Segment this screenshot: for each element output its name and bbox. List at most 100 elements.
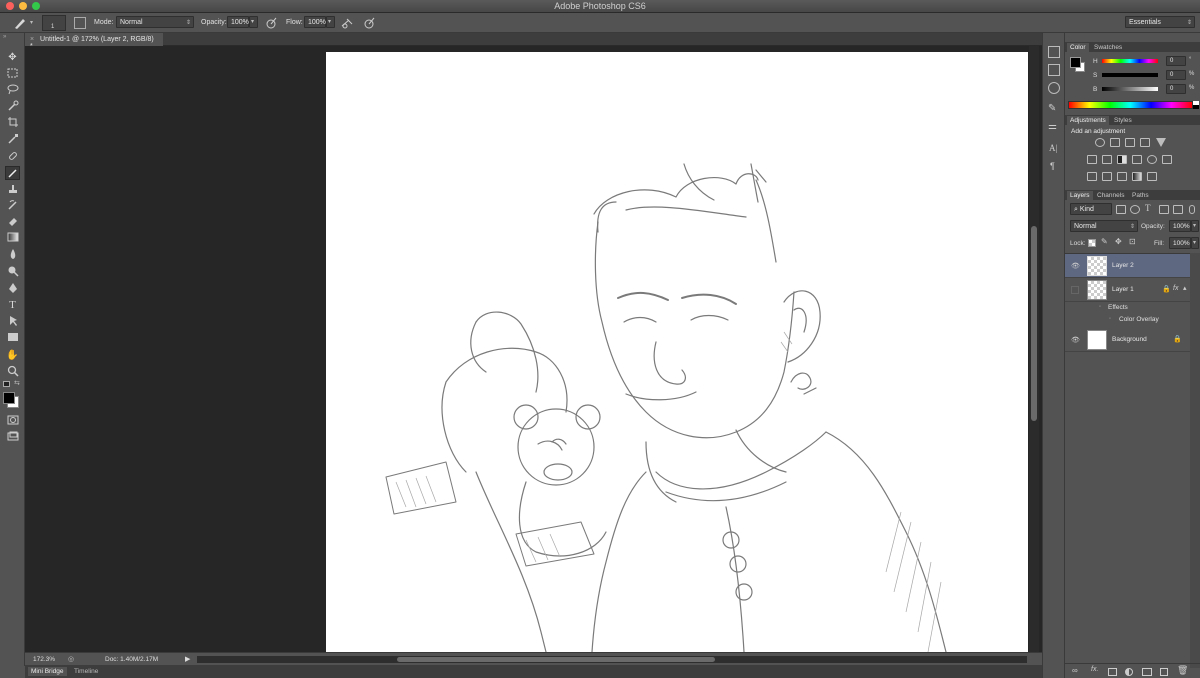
horizontal-scroll-thumb[interactable] [397,657,715,662]
hue-saturation-icon[interactable] [1087,155,1097,164]
mode-select[interactable]: Normal ⇕ [116,16,194,28]
new-group-icon[interactable] [1142,668,1152,676]
tab-channels[interactable]: Channels [1094,191,1127,200]
tab-mini-bridge[interactable]: Mini Bridge [28,667,67,676]
layer-opacity-input[interactable]: 100% [1169,220,1191,232]
color-overlay-row[interactable]: ◦ Color Overlay [1065,314,1190,326]
history-brush-tool-icon[interactable] [5,199,20,213]
opacity-input[interactable]: 100% [227,16,249,28]
layer-row-layer-2[interactable]: 👁 Layer 2 [1065,254,1190,278]
blur-tool-icon[interactable] [5,248,20,262]
clone-source-icon[interactable]: ⚌ [1048,121,1060,133]
path-selection-tool-icon[interactable] [5,315,20,329]
visibility-toggle-off[interactable] [1071,286,1079,294]
vibrance-icon[interactable] [1156,138,1166,147]
add-style-icon[interactable]: fx. [1091,666,1098,673]
eraser-tool-icon[interactable] [5,215,20,229]
brush-size-picker[interactable]: 1 [42,15,66,31]
eyedropper-tool-icon[interactable] [5,133,20,147]
saturation-slider[interactable] [1102,73,1158,77]
paragraph-panel-icon[interactable]: ¶ [1050,161,1055,171]
crop-tool-icon[interactable] [5,116,20,130]
tab-layers[interactable]: Layers [1067,191,1093,200]
color-balance-icon[interactable] [1102,155,1112,164]
hue-input[interactable]: 0 [1166,56,1186,66]
swap-colors-icon[interactable]: ⇆ [14,379,20,387]
color-spectrum-ramp[interactable] [1068,101,1193,109]
expand-effects-icon[interactable]: ▴ [1183,284,1187,292]
zoom-level[interactable]: 172.3% [33,656,55,663]
default-colors-icon[interactable] [3,381,10,387]
zoom-tool-icon[interactable] [5,365,20,379]
brush-presets-icon[interactable]: ✎ [1048,103,1060,115]
filter-toggle-icon[interactable] [1189,205,1195,214]
channel-mixer-icon[interactable] [1147,155,1157,164]
dodge-tool-icon[interactable] [5,265,20,279]
foreground-color-chip[interactable] [1070,57,1081,68]
tab-styles[interactable]: Styles [1111,116,1135,125]
selective-color-icon[interactable] [1147,172,1157,181]
new-layer-icon[interactable] [1160,668,1168,676]
tab-color[interactable]: Color [1067,43,1089,52]
chevron-down-icon[interactable]: ▾ [30,19,33,26]
filter-smart-object-icon[interactable] [1173,205,1183,214]
filter-pixel-icon[interactable] [1116,205,1126,214]
info-panel-icon[interactable] [1048,82,1060,94]
clone-stamp-tool-icon[interactable] [5,183,20,197]
filter-type-icon[interactable]: T [1145,203,1151,213]
pressure-size-icon[interactable] [363,17,375,29]
filter-shape-icon[interactable] [1159,205,1169,214]
status-info-icon[interactable]: ◎ [68,655,74,663]
brush-panel-toggle-icon[interactable] [74,17,86,29]
lasso-tool-icon[interactable] [5,84,20,98]
workspace-switcher[interactable]: Essentials ⇕ [1125,16,1195,28]
layer-filter-kind[interactable]: ⌕ Kind [1070,203,1112,215]
effect-visibility-icon[interactable]: ◦ [1109,316,1111,322]
close-tab-icon[interactable]: × [30,36,34,43]
lock-transparent-icon[interactable] [1088,239,1096,247]
layer-blend-mode-select[interactable]: Normal ⇕ [1070,220,1138,232]
eye-icon[interactable]: 👁 [1071,336,1080,344]
lock-all-icon[interactable]: ⊡ [1129,237,1136,246]
photo-filter-icon[interactable] [1132,155,1142,164]
layer-opacity-dropdown[interactable]: ▾ [1191,220,1199,232]
rectangle-tool-icon[interactable] [5,332,20,346]
posterize-icon[interactable] [1102,172,1112,181]
fill-input[interactable]: 100% [1169,237,1191,249]
gradient-tool-icon[interactable] [5,232,20,246]
hue-slider[interactable] [1102,59,1158,63]
airbrush-icon[interactable] [341,17,354,29]
threshold-icon[interactable] [1117,172,1127,181]
opacity-dropdown[interactable]: ▾ [249,16,258,28]
flow-dropdown[interactable]: ▾ [326,16,335,28]
tab-timeline[interactable]: Timeline [71,667,101,676]
gradient-map-icon[interactable] [1132,172,1142,181]
foreground-color-swatch[interactable] [3,392,15,404]
type-tool-icon[interactable]: T [5,298,20,312]
flow-input[interactable]: 100% [304,16,326,28]
lock-position-icon[interactable]: ✥ [1115,237,1122,246]
healing-brush-tool-icon[interactable] [5,150,20,164]
vertical-scrollbar[interactable] [1029,46,1039,652]
layers-scrollbar[interactable] [1190,253,1200,668]
add-mask-icon[interactable] [1108,668,1117,676]
saturation-input[interactable]: 0 [1166,70,1186,80]
color-lookup-icon[interactable] [1162,155,1172,164]
lock-image-icon[interactable]: ✎ [1101,237,1108,246]
brush-tool-preset-icon[interactable] [12,15,28,31]
black-white-icon[interactable] [1117,155,1127,164]
pen-tool-icon[interactable] [5,282,20,296]
levels-icon[interactable] [1110,138,1120,147]
trash-icon[interactable]: 🗑 [1177,665,1188,676]
status-menu-arrow-icon[interactable]: ▶ [185,655,190,663]
eye-icon[interactable]: 👁 [1071,262,1080,270]
tab-swatches[interactable]: Swatches [1091,43,1125,52]
collapse-toolbar-icon[interactable]: » [3,34,6,40]
invert-icon[interactable] [1087,172,1097,181]
document-tab[interactable]: × Untitled-1 @ 172% (Layer 2, RGB/8) * [25,33,163,50]
link-layers-icon[interactable]: ∞ [1072,666,1078,675]
quick-selection-tool-icon[interactable] [5,100,20,114]
tab-adjustments[interactable]: Adjustments [1067,116,1109,125]
effect-visibility-icon[interactable]: ◦ [1099,304,1101,310]
brightness-slider[interactable] [1102,87,1158,91]
